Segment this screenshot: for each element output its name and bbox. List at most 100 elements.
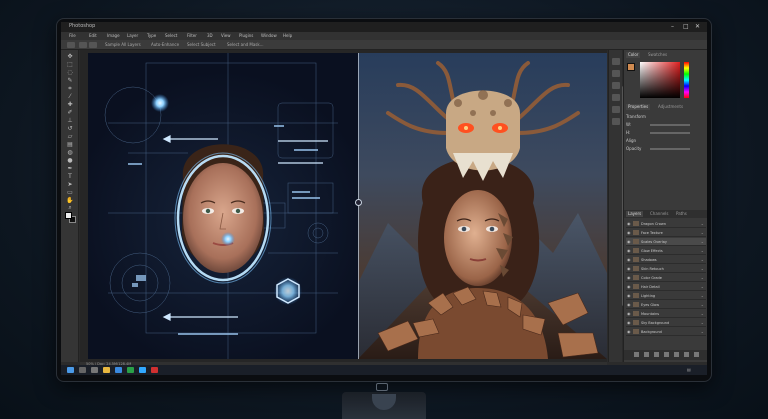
new-layer-icon[interactable] bbox=[684, 352, 689, 357]
layer-row[interactable]: ◉ Shadows ⌄ bbox=[626, 256, 706, 264]
chevron-down-icon[interactable]: ⌄ bbox=[701, 329, 704, 334]
new-group-icon[interactable] bbox=[674, 352, 679, 357]
menu-layer[interactable]: Layer bbox=[127, 33, 138, 38]
layer-row[interactable]: ◉ Eyes Glow ⌄ bbox=[626, 301, 706, 309]
chevron-down-icon[interactable]: ⌄ bbox=[701, 230, 704, 235]
tab-properties[interactable]: Properties bbox=[626, 104, 651, 110]
move-tool-icon[interactable]: ✥ bbox=[66, 54, 74, 60]
quick-select-tool-icon[interactable]: ✎ bbox=[66, 78, 74, 84]
menu-file[interactable]: File bbox=[69, 33, 76, 38]
foreground-color-chip[interactable] bbox=[627, 63, 635, 71]
menu-type[interactable]: Type bbox=[147, 33, 156, 38]
brush-settings-icon[interactable] bbox=[612, 82, 620, 89]
width-slider[interactable] bbox=[650, 124, 690, 126]
layer-row[interactable]: ◉ Glow Effects ⌄ bbox=[626, 247, 706, 255]
paragraph-panel-icon[interactable] bbox=[612, 106, 620, 113]
visibility-eye-icon[interactable]: ◉ bbox=[627, 293, 631, 298]
character-panel-icon[interactable] bbox=[612, 94, 620, 101]
chevron-down-icon[interactable]: ⌄ bbox=[701, 311, 704, 316]
chevron-down-icon[interactable]: ⌄ bbox=[701, 266, 704, 271]
path-select-tool-icon[interactable]: ➤ bbox=[66, 182, 74, 188]
chevron-down-icon[interactable]: ⌄ bbox=[701, 248, 704, 253]
tool-preset-button[interactable] bbox=[67, 42, 75, 48]
chevron-down-icon[interactable]: ⌄ bbox=[701, 221, 704, 226]
history-brush-tool-icon[interactable]: ↺ bbox=[66, 126, 74, 132]
type-tool-icon[interactable]: T bbox=[66, 174, 74, 180]
crop-tool-icon[interactable]: ⌗ bbox=[66, 86, 74, 92]
tab-color[interactable]: Color bbox=[626, 52, 641, 58]
tab-paths[interactable]: Paths bbox=[674, 211, 689, 217]
tab-swatches[interactable]: Swatches bbox=[646, 52, 670, 58]
menu-3d[interactable]: 3D bbox=[207, 33, 213, 38]
start-icon[interactable] bbox=[67, 367, 74, 373]
visibility-eye-icon[interactable]: ◉ bbox=[627, 221, 631, 226]
visibility-eye-icon[interactable]: ◉ bbox=[627, 266, 631, 271]
minimize-button[interactable]: – bbox=[671, 23, 674, 30]
browser-icon[interactable] bbox=[115, 367, 122, 373]
visibility-eye-icon[interactable]: ◉ bbox=[627, 248, 631, 253]
zoom-tool-icon[interactable]: ⌕ bbox=[66, 205, 74, 211]
fx-icon[interactable] bbox=[644, 352, 649, 357]
visibility-eye-icon[interactable]: ◉ bbox=[627, 284, 631, 289]
close-button[interactable]: ✕ bbox=[695, 23, 700, 30]
color-picker-field[interactable] bbox=[640, 62, 680, 98]
chevron-down-icon[interactable]: ⌄ bbox=[701, 239, 704, 244]
new-selection-button[interactable] bbox=[79, 42, 87, 48]
visibility-eye-icon[interactable]: ◉ bbox=[627, 230, 631, 235]
tab-adjustments[interactable]: Adjustments bbox=[656, 104, 686, 110]
tab-layers[interactable]: Layers bbox=[626, 211, 644, 217]
layer-row[interactable]: ◉ Background ⌄ bbox=[626, 328, 706, 336]
blur-tool-icon[interactable]: ◍ bbox=[66, 150, 74, 156]
menu-filter[interactable]: Filter bbox=[187, 33, 197, 38]
clone-stamp-tool-icon[interactable]: ⊥ bbox=[66, 118, 74, 124]
select-and-mask-button[interactable]: Select and Mask... bbox=[227, 42, 264, 47]
layer-row[interactable]: ◉ Lighting ⌄ bbox=[626, 292, 706, 300]
maximize-button[interactable]: □ bbox=[683, 23, 689, 30]
layer-row[interactable]: ◉ Sky Background ⌄ bbox=[626, 319, 706, 327]
auto-enhance-option[interactable]: Auto-Enhance bbox=[151, 42, 179, 47]
menu-plugins[interactable]: Plugins bbox=[239, 33, 253, 38]
chevron-down-icon[interactable]: ⌄ bbox=[701, 275, 704, 280]
dodge-tool-icon[interactable]: ● bbox=[66, 158, 74, 164]
menu-edit[interactable]: Edit bbox=[89, 33, 97, 38]
chevron-down-icon[interactable]: ⌄ bbox=[701, 257, 704, 262]
shape-tool-icon[interactable]: ▭ bbox=[66, 190, 74, 196]
media-app-icon[interactable] bbox=[151, 367, 158, 373]
brush-tool-icon[interactable]: ✐ bbox=[66, 110, 74, 116]
gradient-tool-icon[interactable]: ▤ bbox=[66, 142, 74, 148]
properties-panel-icon[interactable] bbox=[612, 70, 620, 77]
visibility-eye-icon[interactable]: ◉ bbox=[627, 257, 631, 262]
menu-select[interactable]: Select bbox=[165, 33, 177, 38]
photoshop-taskbar-icon[interactable] bbox=[139, 367, 146, 373]
layer-row[interactable]: ◉ Mountains ⌄ bbox=[626, 310, 706, 318]
height-slider[interactable] bbox=[650, 132, 690, 134]
search-icon[interactable] bbox=[79, 367, 86, 373]
spreadsheet-app-icon[interactable] bbox=[127, 367, 134, 373]
menu-window[interactable]: Window bbox=[261, 33, 277, 38]
healing-brush-tool-icon[interactable]: ✚ bbox=[66, 102, 74, 108]
task-view-icon[interactable] bbox=[91, 367, 98, 373]
marquee-tool-icon[interactable]: ⬚ bbox=[66, 62, 74, 68]
visibility-eye-icon[interactable]: ◉ bbox=[627, 302, 631, 307]
trash-icon[interactable] bbox=[694, 352, 699, 357]
libraries-panel-icon[interactable] bbox=[612, 118, 620, 125]
layer-row[interactable]: ◉ Hair Detail ⌄ bbox=[626, 283, 706, 291]
pen-tool-icon[interactable]: ✒ bbox=[66, 166, 74, 172]
eyedropper-tool-icon[interactable]: ⁄ bbox=[66, 94, 74, 100]
layer-row[interactable]: ◉ Scales Overlay ⌄ bbox=[626, 238, 706, 246]
link-layers-icon[interactable] bbox=[634, 352, 639, 357]
visibility-eye-icon[interactable]: ◉ bbox=[627, 311, 631, 316]
add-selection-button[interactable] bbox=[89, 42, 97, 48]
foreground-color-swatch[interactable] bbox=[65, 212, 72, 219]
opacity-slider[interactable] bbox=[650, 148, 690, 150]
layer-row[interactable]: ◉ Face Texture ⌄ bbox=[626, 229, 706, 237]
visibility-eye-icon[interactable]: ◉ bbox=[627, 329, 631, 334]
mask-icon[interactable] bbox=[654, 352, 659, 357]
document-canvas[interactable] bbox=[88, 53, 607, 359]
lasso-tool-icon[interactable]: ◌ bbox=[66, 70, 74, 76]
chevron-down-icon[interactable]: ⌄ bbox=[701, 320, 704, 325]
chevron-down-icon[interactable]: ⌄ bbox=[701, 293, 704, 298]
divider-handle-icon[interactable] bbox=[355, 199, 362, 206]
eraser-tool-icon[interactable]: ▱ bbox=[66, 134, 74, 140]
visibility-eye-icon[interactable]: ◉ bbox=[627, 320, 631, 325]
